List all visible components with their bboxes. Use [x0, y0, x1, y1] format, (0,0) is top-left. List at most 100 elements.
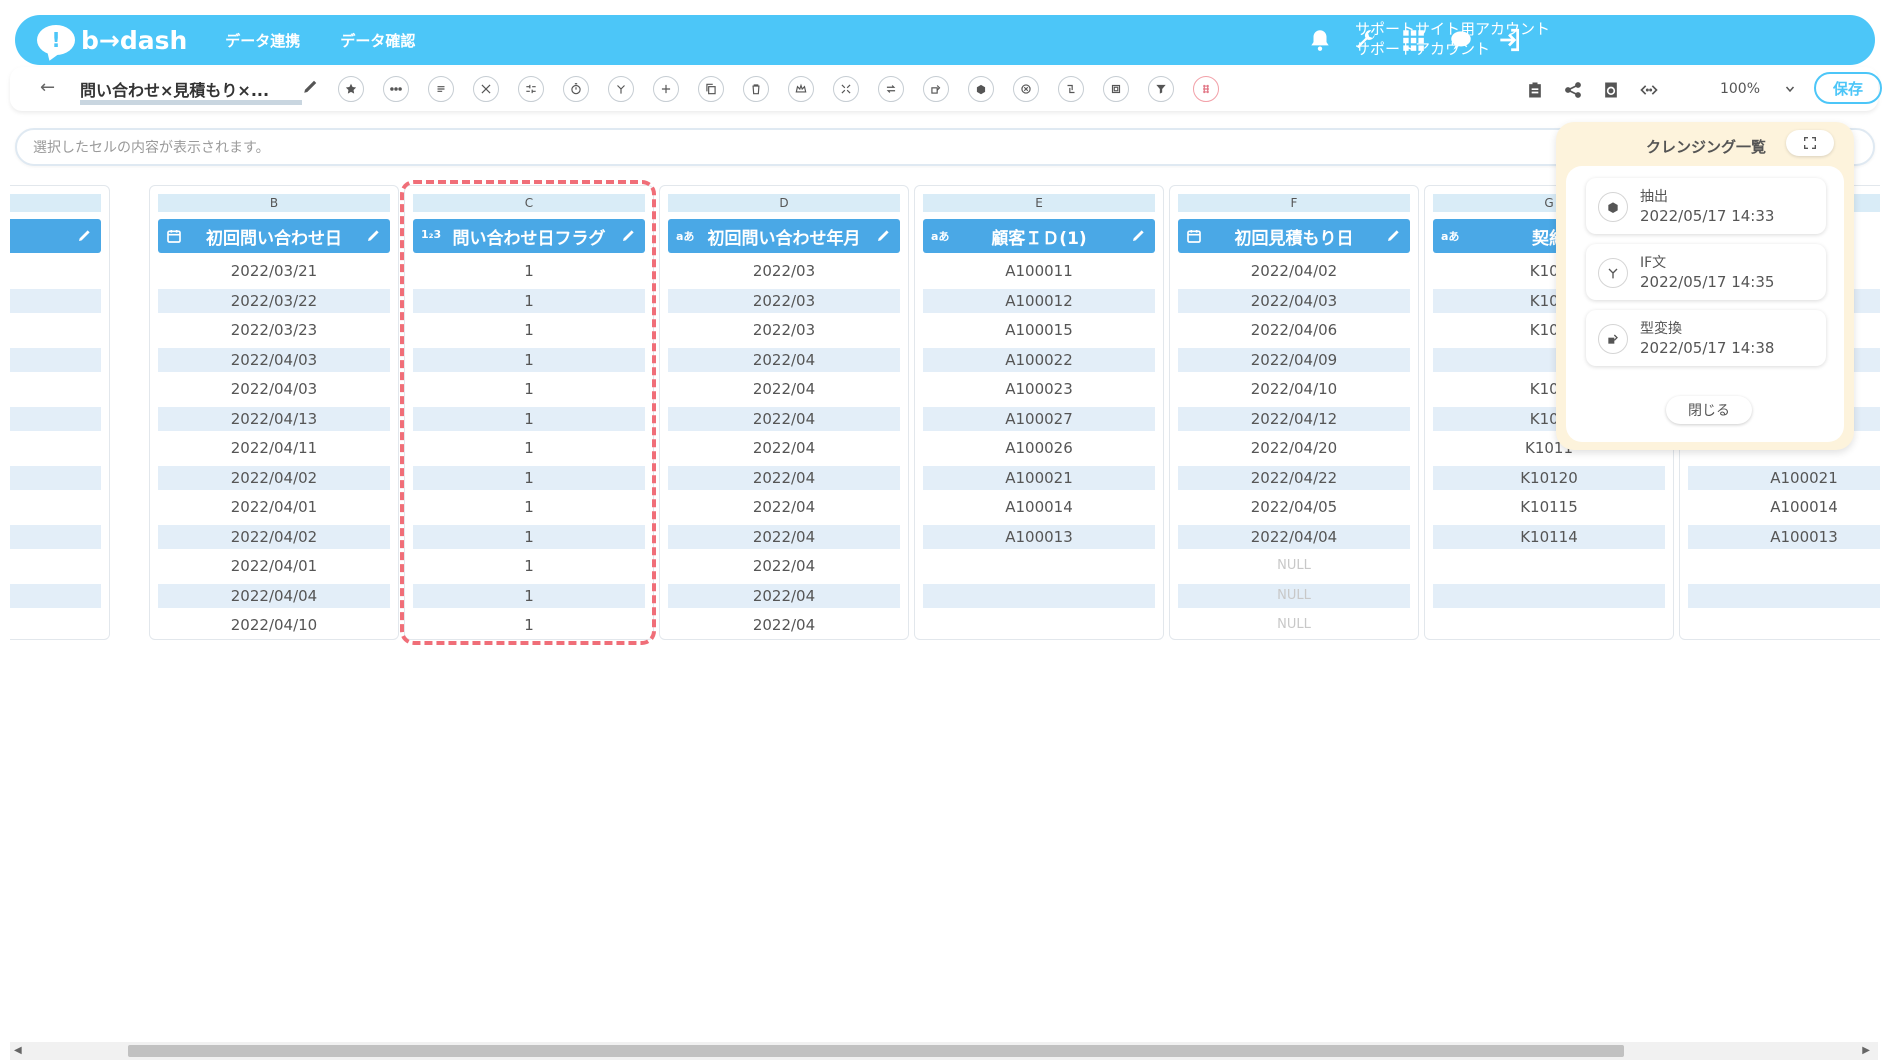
table-cell[interactable]: 2022/04 [668, 436, 900, 460]
table-cell[interactable]: A100014 [1688, 495, 1880, 519]
table-cell[interactable]: A100012 [923, 288, 1155, 313]
table-cell[interactable]: 2022/04/04 [158, 583, 390, 608]
table-cell[interactable]: )0022 [10, 347, 101, 372]
table-cell[interactable] [923, 583, 1155, 608]
history-item-extract[interactable]: 抽出 2022/05/17 14:33 [1586, 178, 1826, 234]
table-cell[interactable]: )0024 [10, 583, 101, 608]
close-button[interactable]: 閉じる [1666, 396, 1752, 424]
table-cell[interactable]: 2022/03 [668, 288, 900, 313]
column-header[interactable]: aあ 初回問い合わせ年月 [668, 219, 900, 253]
save-button[interactable]: 保存 [1814, 72, 1882, 104]
table-cell[interactable]: )0012 [10, 288, 101, 313]
scroll-right-arrow-icon[interactable]: ▶ [1862, 1045, 1870, 1056]
share-icon[interactable] [1561, 78, 1585, 102]
edit-pencil-icon[interactable] [366, 227, 382, 243]
table-cell[interactable]: A100021 [1688, 465, 1880, 490]
table-cell[interactable]: 2022/04/03 [158, 347, 390, 372]
table-cell[interactable]: 2022/04/12 [1178, 406, 1410, 431]
table-cell[interactable]: NULL [1178, 554, 1410, 578]
table-cell[interactable]: 2022/04 [668, 377, 900, 401]
table-cell[interactable]: )0014 [10, 495, 101, 519]
table-cell[interactable]: 2022/04 [668, 583, 900, 608]
table-cell[interactable] [1433, 613, 1665, 637]
table-cell[interactable]: K10120 [1433, 465, 1665, 490]
nav-data-check[interactable]: データ確認 [340, 30, 415, 51]
more-dots-icon[interactable] [383, 76, 409, 102]
expand-arrows-icon[interactable] [833, 76, 859, 102]
edit-pencil-icon[interactable] [77, 227, 93, 243]
delete-trash-icon[interactable] [743, 76, 769, 102]
table-cell[interactable]: 2022/03/23 [158, 318, 390, 342]
table-cell[interactable]: 2022/04/03 [1178, 288, 1410, 313]
table-cell[interactable]: )0026 [10, 436, 101, 460]
table-cell[interactable]: 2022/04/01 [158, 554, 390, 578]
cancel-circle-icon[interactable] [1013, 76, 1039, 102]
column-header[interactable]: 1₂3 問い合わせ日フラグ [413, 219, 645, 253]
table-cell[interactable]: 2022/04/02 [1178, 259, 1410, 283]
repeat-icon[interactable] [878, 76, 904, 102]
table-cell[interactable]: 2022/04 [668, 613, 900, 637]
grid-column-e[interactable]: Eaあ 顧客ＩＤ(1) A100011 A100012 A100015 A100022 A1… [914, 185, 1164, 640]
table-cell[interactable]: )0013 [10, 524, 101, 549]
table-cell[interactable]: A100011 [923, 259, 1155, 283]
table-cell[interactable]: A100027 [923, 406, 1155, 431]
table-cell[interactable]: )0020 [10, 554, 101, 578]
replace-icon[interactable] [1058, 76, 1084, 102]
table-cell[interactable]: )0015 [10, 318, 101, 342]
table-cell[interactable]: A100021 [923, 465, 1155, 490]
table-cell[interactable]: )0025 [10, 613, 101, 637]
add-plus-icon[interactable] [653, 76, 679, 102]
table-cell[interactable] [923, 554, 1155, 578]
table-cell[interactable]: A100022 [923, 347, 1155, 372]
table-cell[interactable]: 2022/03 [668, 318, 900, 342]
table-cell[interactable]: K10114 [1433, 524, 1665, 549]
table-cell[interactable]: 2022/04 [668, 495, 900, 519]
table-cell[interactable]: A100015 [923, 318, 1155, 342]
table-cell[interactable]: 2022/03/22 [158, 288, 390, 313]
history-item-if[interactable]: IF文 2022/05/17 14:35 [1586, 244, 1826, 300]
merge-arrows-icon[interactable] [518, 76, 544, 102]
table-cell[interactable]: )0011 [10, 259, 101, 283]
column-header[interactable]: aあ 顧客ＩＤ(1) [923, 219, 1155, 253]
table-cell[interactable]: 2022/04/02 [158, 465, 390, 490]
table-cell[interactable]: )0021 [10, 465, 101, 490]
column-header[interactable]: aあ客ＩＤ [10, 219, 101, 253]
favorite-star-icon[interactable] [338, 76, 364, 102]
table-cell[interactable]: 1 [413, 613, 645, 637]
table-cell[interactable]: 2022/04 [668, 406, 900, 431]
special-grid-icon[interactable] [1193, 76, 1219, 102]
branch-if-icon[interactable] [608, 76, 634, 102]
table-cell[interactable]: 1 [413, 495, 645, 519]
support-chat-icon[interactable] [1446, 25, 1476, 55]
table-cell[interactable]: 2022/04/20 [1178, 436, 1410, 460]
grid-column-f[interactable]: F 初回見積もり日 2022/04/02 2022/04/03 2022/04/06 20… [1169, 185, 1419, 640]
flow-title[interactable]: 問い合わせ×見積もり×... [80, 77, 302, 105]
crown-icon[interactable] [788, 76, 814, 102]
edit-pencil-icon[interactable] [1386, 227, 1402, 243]
apps-grid-icon[interactable] [1398, 25, 1428, 55]
table-cell[interactable]: 1 [413, 524, 645, 549]
table-cell[interactable]: 1 [413, 406, 645, 431]
table-cell[interactable]: 1 [413, 436, 645, 460]
copy-icon[interactable] [698, 76, 724, 102]
logout-icon[interactable] [1494, 25, 1524, 55]
scroll-left-arrow-icon[interactable]: ◀ [14, 1045, 22, 1056]
table-cell[interactable]: 2022/04 [668, 465, 900, 490]
table-cell[interactable]: 1 [413, 347, 645, 372]
grid-column-a[interactable]: Aaあ客ＩＤ)0011)0012)0015)0022)0023)0027)002… [10, 185, 110, 640]
edit-title-icon[interactable] [302, 77, 320, 95]
table-cell[interactable]: 2022/04 [668, 347, 900, 372]
expand-icon[interactable] [1786, 130, 1834, 156]
grid-column-b[interactable]: B 初回問い合わせ日 2022/03/21 2022/03/22 2022/03/23 2… [149, 185, 399, 640]
column-header[interactable]: 初回見積もり日 [1178, 219, 1410, 253]
filter-icon[interactable] [1148, 76, 1174, 102]
column-letter[interactable]: A [10, 194, 101, 212]
table-cell[interactable]: 2022/04 [668, 524, 900, 549]
edit-pencil-icon[interactable] [1131, 227, 1147, 243]
table-cell[interactable] [1688, 554, 1880, 578]
column-letter[interactable]: C [413, 194, 645, 212]
column-letter[interactable]: F [1178, 194, 1410, 212]
column-letter[interactable]: D [668, 194, 900, 212]
wrench-icon[interactable] [1351, 25, 1381, 55]
zoom-select[interactable]: 100% [1700, 75, 1800, 103]
